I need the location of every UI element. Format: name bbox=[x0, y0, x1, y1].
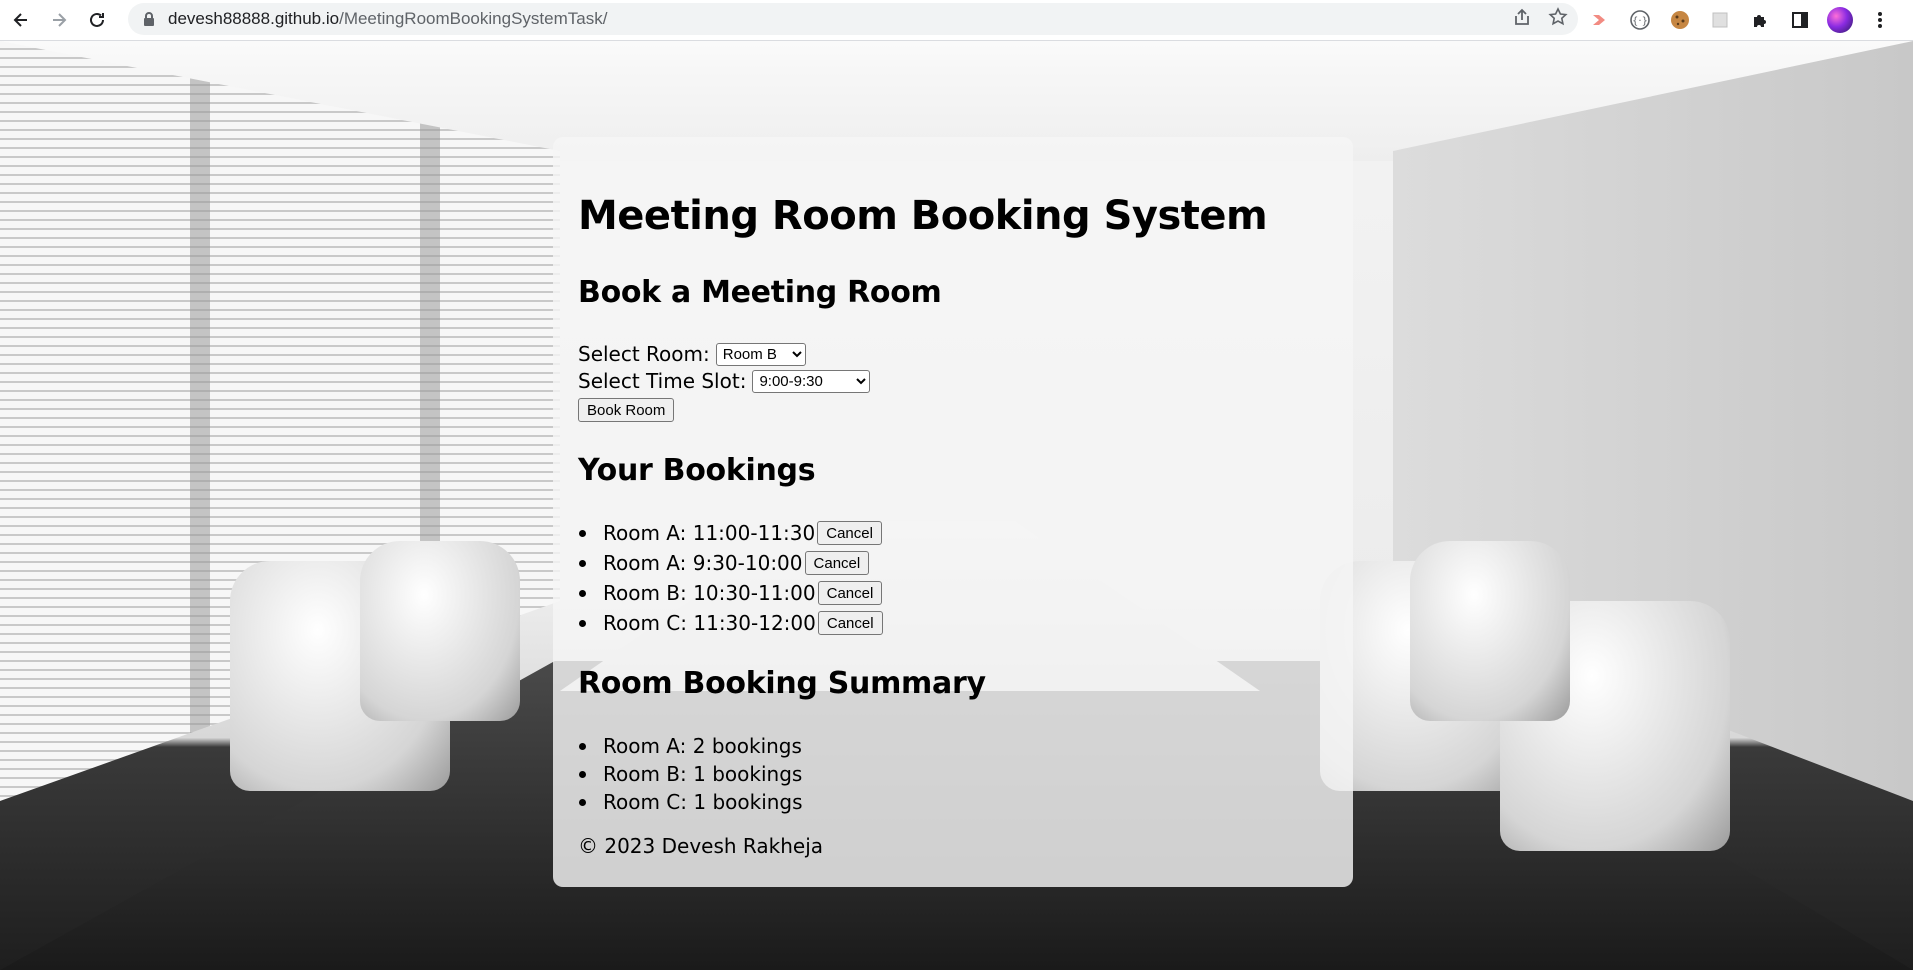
extensions-area: {·} bbox=[1586, 0, 1894, 40]
puzzle-icon[interactable] bbox=[1746, 6, 1774, 34]
summary-heading: Room Booking Summary bbox=[578, 666, 986, 701]
lock-icon bbox=[142, 11, 158, 27]
cancel-button[interactable]: Cancel bbox=[817, 521, 882, 545]
cancel-button[interactable]: Cancel bbox=[804, 551, 870, 575]
extension-braces-icon[interactable]: {·} bbox=[1626, 6, 1654, 34]
list-item: Room A: 11:00-11:30 Cancel bbox=[579, 518, 883, 548]
booking-text: Room A: 9:30-10:00 bbox=[603, 551, 803, 575]
cancel-button[interactable]: Cancel bbox=[817, 611, 883, 635]
book-room-button[interactable]: Book Room bbox=[578, 398, 675, 422]
bookmark-star-icon[interactable] bbox=[1548, 7, 1568, 31]
summary-text: Room A: 2 bookings bbox=[603, 734, 802, 758]
room-select[interactable]: Room B bbox=[715, 342, 806, 366]
booking-card: Meeting Room Booking System Book a Meeti… bbox=[553, 137, 1353, 887]
list-item: Room A: 2 bookings bbox=[579, 732, 803, 760]
booking-text: Room B: 10:30-11:00 bbox=[603, 581, 816, 605]
time-slot-select-row: Select Time Slot: 9:00-9:30 bbox=[578, 369, 871, 393]
reload-icon[interactable] bbox=[80, 3, 114, 37]
menu-kebab-icon[interactable] bbox=[1866, 6, 1894, 34]
svg-text:{·}: {·} bbox=[1632, 16, 1648, 27]
list-item: Room C: 11:30-12:00 Cancel bbox=[579, 608, 883, 638]
list-item: Room C: 1 bookings bbox=[579, 788, 803, 816]
forward-icon[interactable] bbox=[42, 3, 76, 37]
booking-text: Room A: 11:00-11:30 bbox=[603, 521, 816, 545]
address-bar[interactable]: devesh88888.github.io/MeetingRoomBooking… bbox=[128, 3, 1578, 35]
back-icon[interactable] bbox=[4, 3, 38, 37]
select-time-slot-label: Select Time Slot: bbox=[578, 369, 747, 393]
summary-text: Room B: 1 bookings bbox=[603, 762, 803, 786]
your-bookings-heading: Your Bookings bbox=[578, 453, 816, 488]
list-item: Room B: 10:30-11:00 Cancel bbox=[579, 578, 883, 608]
list-item: Room A: 9:30-10:00 Cancel bbox=[579, 548, 883, 578]
summary-list: Room A: 2 bookings Room B: 1 bookings Ro… bbox=[579, 732, 803, 816]
side-panel-icon[interactable] bbox=[1786, 6, 1814, 34]
extension-square-icon[interactable] bbox=[1706, 6, 1734, 34]
cancel-button[interactable]: Cancel bbox=[817, 581, 883, 605]
share-icon[interactable] bbox=[1512, 7, 1532, 31]
list-item: Room B: 1 bookings bbox=[579, 760, 803, 788]
select-room-label: Select Room: bbox=[578, 342, 710, 366]
bookings-list: Room A: 11:00-11:30 Cancel Room A: 9:30-… bbox=[579, 518, 883, 638]
room-select-row: Select Room: Room B bbox=[578, 342, 806, 366]
url-text: devesh88888.github.io/MeetingRoomBooking… bbox=[168, 9, 608, 28]
avatar[interactable] bbox=[1826, 6, 1854, 34]
browser-toolbar: devesh88888.github.io/MeetingRoomBooking… bbox=[0, 0, 1913, 41]
summary-text: Room C: 1 bookings bbox=[603, 790, 803, 814]
extension-arrow-icon[interactable] bbox=[1586, 6, 1614, 34]
page-title: Meeting Room Booking System bbox=[578, 193, 1268, 239]
book-room-heading: Book a Meeting Room bbox=[578, 275, 942, 310]
booking-text: Room C: 11:30-12:00 bbox=[603, 611, 816, 635]
time-slot-select[interactable]: 9:00-9:30 bbox=[752, 369, 871, 393]
footer-copyright: © 2023 Devesh Rakheja bbox=[578, 834, 823, 858]
cookie-icon[interactable] bbox=[1666, 6, 1694, 34]
